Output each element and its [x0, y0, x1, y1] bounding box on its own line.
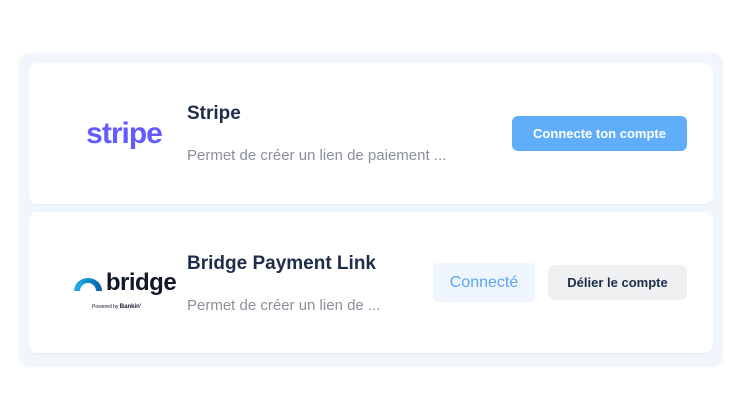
integration-card-bridge: bridge Powered by Bankin' Bridge Payment…: [29, 212, 713, 353]
integration-description: Permet de créer un lien de ...: [187, 297, 381, 314]
bridge-logo: bridge: [59, 212, 189, 353]
unlink-account-button[interactable]: Délier le compte: [548, 265, 687, 300]
integration-title: Bridge Payment Link: [187, 253, 376, 274]
connect-account-button[interactable]: Connecte ton compte: [512, 116, 687, 151]
integrations-panel: stripe Stripe Permet de créer un lien de…: [20, 53, 722, 365]
integration-title: Stripe: [187, 103, 241, 124]
integration-card-stripe: stripe Stripe Permet de créer un lien de…: [29, 63, 713, 204]
bridge-logo-subtext: Powered by Bankin': [92, 304, 142, 310]
bridge-arch-icon: [73, 277, 102, 291]
stripe-logo: stripe: [59, 63, 189, 204]
stripe-logo-text: stripe: [86, 116, 163, 150]
connected-status-badge: Connecté: [433, 263, 535, 302]
integration-description: Permet de créer un lien de paiement ...: [187, 147, 447, 164]
bridge-logo-text: bridge: [105, 268, 177, 296]
